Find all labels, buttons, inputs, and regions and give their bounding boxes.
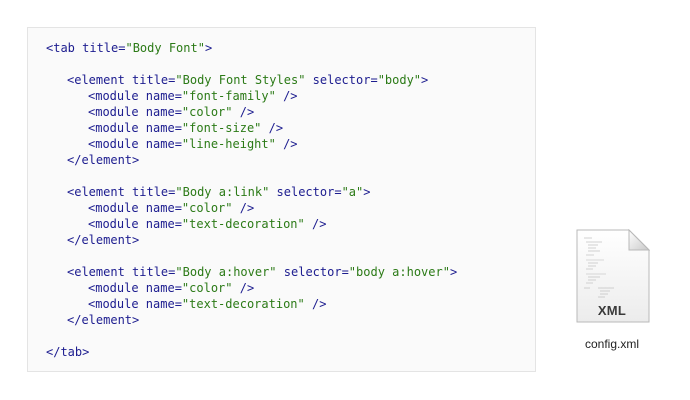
code-string: "line-height" bbox=[181, 137, 276, 151]
code-line: <module name="text-decoration" /> bbox=[88, 216, 326, 232]
code-token: <tab bbox=[46, 41, 83, 55]
code-token: <element bbox=[67, 185, 133, 199]
code-token: /> bbox=[261, 121, 284, 135]
code-token: <module bbox=[88, 105, 146, 119]
code-line: <module name="color" /> bbox=[88, 104, 254, 120]
code-line: </element> bbox=[67, 232, 139, 248]
code-token: </tab> bbox=[46, 345, 90, 359]
code-token: <module bbox=[88, 217, 146, 231]
code-token: title= bbox=[132, 73, 176, 87]
code-token: title= bbox=[132, 265, 176, 279]
code-token: /> bbox=[232, 201, 255, 215]
code-token: title= bbox=[132, 185, 176, 199]
code-token: </element> bbox=[67, 153, 140, 167]
code-token: > bbox=[449, 265, 458, 279]
file-extension-label: XML bbox=[597, 303, 627, 318]
code-token: <module bbox=[88, 201, 146, 215]
code-token: name= bbox=[145, 121, 182, 135]
code-token: /> bbox=[304, 217, 327, 231]
code-string: "Body Font" bbox=[125, 41, 205, 55]
code-token: name= bbox=[145, 89, 182, 103]
code-line: <element title="Body Font Styles" select… bbox=[67, 72, 428, 88]
code-token: name= bbox=[145, 297, 182, 311]
code-string: "color" bbox=[181, 281, 233, 295]
code-line: <module name="text-decoration" /> bbox=[88, 296, 326, 312]
code-string: "font-size" bbox=[181, 121, 262, 135]
code-token: name= bbox=[145, 137, 182, 151]
code-string: "text-decoration" bbox=[181, 297, 305, 311]
code-token: name= bbox=[145, 217, 182, 231]
code-token: </element> bbox=[67, 313, 140, 327]
code-token: <element bbox=[67, 265, 133, 279]
code-token: <module bbox=[88, 121, 146, 135]
file-name-label[interactable]: config.xml bbox=[560, 337, 664, 351]
code-line: <tab title="Body Font"> bbox=[46, 40, 212, 56]
code-token: <element bbox=[67, 73, 133, 87]
code-token: selector= bbox=[276, 265, 349, 279]
code-token: /> bbox=[232, 105, 255, 119]
code-token: name= bbox=[145, 201, 182, 215]
code-string: "body" bbox=[377, 73, 422, 87]
code-token: > bbox=[421, 73, 429, 87]
code-token: title= bbox=[82, 41, 126, 55]
code-string: "color" bbox=[181, 201, 233, 215]
code-line: </tab> bbox=[46, 344, 89, 360]
code-token: <module bbox=[88, 281, 146, 295]
code-line: <module name="color" /> bbox=[88, 200, 254, 216]
code-string: "font-family" bbox=[181, 89, 276, 103]
code-token: <module bbox=[88, 137, 146, 151]
code-token: > bbox=[204, 41, 213, 55]
code-line: <module name="font-size" /> bbox=[88, 120, 283, 136]
code-line: <module name="line-height" /> bbox=[88, 136, 298, 152]
code-string: "body a:hover" bbox=[348, 265, 450, 279]
code-token: /> bbox=[275, 89, 298, 103]
code-token: name= bbox=[145, 105, 182, 119]
code-string: "color" bbox=[181, 105, 233, 119]
code-string: "text-decoration" bbox=[181, 217, 305, 231]
code-token: <module bbox=[88, 89, 146, 103]
code-string: "Body a:hover" bbox=[175, 265, 277, 279]
code-line: <module name="font-family" /> bbox=[88, 88, 298, 104]
code-token: name= bbox=[145, 281, 182, 295]
code-token: > bbox=[363, 185, 371, 199]
code-token: selector= bbox=[269, 185, 342, 199]
code-token: /> bbox=[304, 297, 327, 311]
code-line: </element> bbox=[67, 152, 139, 168]
code-line: <element title="Body a:hover" selector="… bbox=[67, 264, 457, 280]
code-token: </element> bbox=[67, 233, 140, 247]
code-line: <module name="color" /> bbox=[88, 280, 254, 296]
code-string: "a" bbox=[341, 185, 364, 199]
xml-file-icon[interactable]: XML bbox=[574, 229, 650, 325]
code-string: "Body Font Styles" bbox=[175, 73, 306, 87]
code-panel: <tab title="Body Font"> <element title="B… bbox=[27, 27, 536, 372]
code-line: <element title="Body a:link" selector="a… bbox=[67, 184, 370, 200]
code-token: selector= bbox=[305, 73, 378, 87]
code-line: </element> bbox=[67, 312, 139, 328]
code-token: /> bbox=[232, 281, 255, 295]
code-token: /> bbox=[275, 137, 298, 151]
code-string: "Body a:link" bbox=[175, 185, 270, 199]
code-token: <module bbox=[88, 297, 146, 311]
